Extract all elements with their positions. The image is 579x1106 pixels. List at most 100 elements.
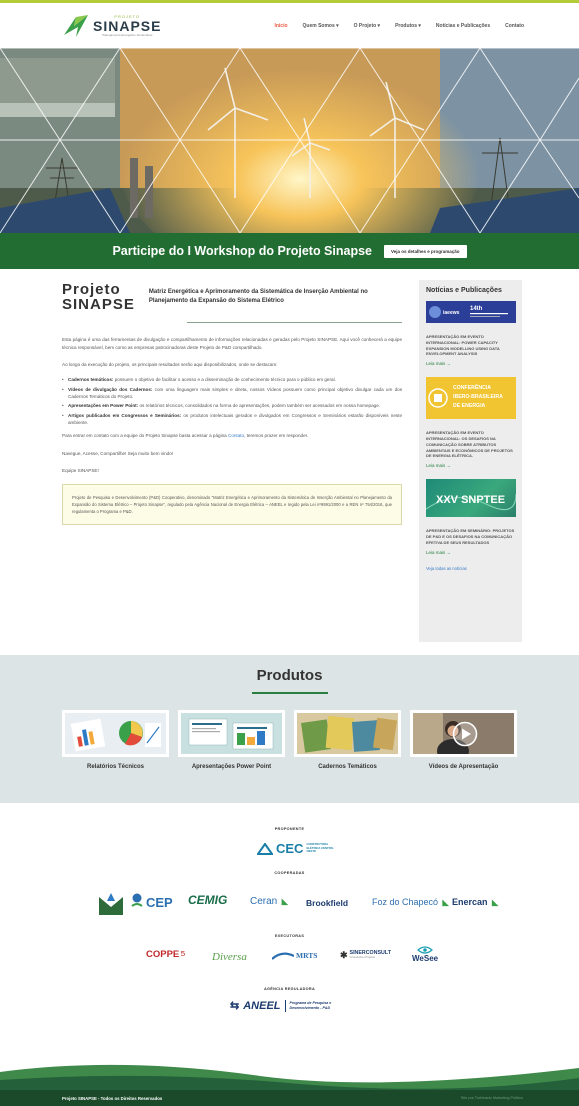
contact-paragraph: Para entrar em contato com a equipe do P… (62, 432, 402, 439)
lightning-logo-icon (64, 14, 88, 37)
main-content: Projeto SINAPSE Matriz Energética e Apri… (0, 269, 579, 647)
snptee-logo-icon: XXV SNPTEE (426, 494, 516, 511)
nav-noticias[interactable]: Notícias e Publicações (436, 23, 490, 29)
nav-inicio[interactable]: Início (274, 23, 287, 29)
mrts-wave-icon (272, 952, 294, 960)
charts-report-image (65, 712, 166, 754)
logo-tagline: Planejamento Energético Sustentável (102, 32, 153, 37)
sponsors-section: PROPONENTE CEC CONSTRUTORA ELÉTRICA CENT… (0, 803, 579, 1046)
cep-mark-icon (131, 893, 143, 907)
news-img-label: 14th (470, 306, 483, 312)
foz-chapeco-logo[interactable]: Foz do Chapecó ◣ (372, 892, 449, 910)
contact-link[interactable]: Contato (228, 433, 244, 438)
foz-mark-icon: ◣ (442, 898, 449, 907)
news-img-label: XXV SNPTEE (436, 494, 505, 506)
list-item-title: Cadernos temáticos: (68, 377, 114, 383)
product-thumbnail[interactable] (410, 709, 517, 757)
product-label[interactable]: Vídeos de Apresentação (429, 764, 498, 770)
sidebar-title: Notícias e Publicações (426, 287, 502, 294)
intro-paragraph: Esta página é uma das ferramentas de div… (62, 337, 402, 350)
workshop-banner: Participe do I Workshop do Projeto Sinap… (0, 233, 579, 269)
workshop-details-button[interactable]: Veja os detalhes e programação (384, 244, 467, 258)
proponente-heading: PROPONENTE (274, 827, 305, 831)
nav-quem-somos[interactable]: Quem Somos ▾ (303, 23, 339, 29)
mrts-name: MRTS (296, 951, 318, 960)
product-card-apresentacoes[interactable]: Apresentações Power Point (178, 709, 285, 770)
page: PROJETO SINAPSE Planejamento Energético … (0, 0, 579, 1106)
hero-energy-collage (0, 48, 579, 233)
diversa-name: Diversa (212, 951, 247, 963)
aneel-divider (284, 999, 286, 1012)
wesee-logo[interactable]: WeSee (412, 946, 438, 963)
cec-mark-icon (257, 842, 273, 855)
news-thumbnail[interactable]: CONFERÊNCIA IBERO-BRASILEIRA DE ENERGIA (426, 377, 516, 420)
project-subtitle: Matriz Energética e Aprimoramento da Sis… (148, 289, 368, 304)
brookfield-logo[interactable]: Brookfield (306, 893, 348, 911)
main-nav: Início Quem Somos ▾ O Projeto ▾ Produtos… (274, 23, 524, 29)
read-more-link[interactable]: Leia mais → (426, 550, 515, 555)
read-more-link[interactable]: Leia mais → (426, 361, 515, 366)
news-thumbnail[interactable]: iaeews 14th (426, 301, 516, 323)
project-title: Projeto SINAPSE (62, 282, 135, 313)
brookfield-name: Brookfield (306, 898, 349, 908)
aneel-mark-icon: ⇆ (230, 1000, 240, 1012)
list-item: Apresentações em Power Point: os relatór… (62, 402, 402, 410)
cooperadas-heading: COOPERADAS (274, 871, 305, 875)
cemig-name: CEMIG (188, 893, 228, 907)
cec-logo[interactable]: CEC CONSTRUTORA ELÉTRICA CENTRO-OESTE (257, 841, 334, 856)
conference-logo-icon: CONFERÊNCIA IBERO-BRASILEIRA DE ENERGIA (428, 383, 504, 409)
list-item-text: possuem o objetivo de facilitar o acesso… (113, 377, 336, 383)
enercan-logo[interactable]: Enercan ◣ (452, 892, 498, 910)
site-header: PROJETO SINAPSE Planejamento Energético … (0, 3, 579, 48)
product-thumbnail[interactable] (294, 709, 401, 757)
product-label[interactable]: Apresentações Power Point (192, 764, 271, 770)
hero-image (0, 48, 579, 233)
news-sidebar: Notícias e Publicações iaeews 14th APRES… (419, 280, 522, 642)
copyright-text: Projeto SINAPSE - Todos os Direitos Rese… (62, 1096, 163, 1101)
site-logo[interactable]: PROJETO SINAPSE Planejamento Energético … (62, 13, 161, 39)
cep-name: CEP (146, 894, 173, 910)
cep-logo[interactable]: CEP (130, 892, 173, 912)
team-signature: Equipe SINAPSE! (62, 468, 99, 474)
mrts-logo[interactable]: MRTS (272, 951, 317, 960)
eye-icon (417, 946, 433, 954)
diversa-logo[interactable]: Diversa (212, 947, 247, 965)
news-headline: APRESENTAÇÃO EM SEMINÁRIO: PROJETOS DE P… (426, 528, 515, 545)
news-thumbnail[interactable]: XXV SNPTEE (426, 479, 516, 518)
footer-hills (0, 1064, 579, 1094)
list-item: Vídeos de divulgação dos Cadernos: com u… (62, 386, 402, 401)
play-icon[interactable] (452, 721, 478, 747)
cooperada-logo-1[interactable] (97, 891, 125, 917)
list-item-text: os relatórios técnicos, consolidados na … (138, 403, 381, 409)
product-thumbnail[interactable] (178, 709, 285, 757)
cemig-logo[interactable]: CEMIG (188, 891, 227, 909)
site-credit-link[interactable]: Site por Turbinado Marketing Político (461, 1096, 523, 1100)
project-title-line2: SINAPSE (62, 295, 135, 313)
wesee-name: WeSee (412, 954, 439, 963)
site-footer: Projeto SINAPSE - Todos os Direitos Rese… (0, 1054, 579, 1106)
nav-o-projeto[interactable]: O Projeto ▾ (354, 23, 380, 29)
enercan-mark-icon: ◣ (491, 898, 499, 907)
ceran-logo[interactable]: Ceran ◣ (250, 891, 288, 909)
product-label[interactable]: Cadernos Temáticos (318, 764, 377, 770)
news-headline: APRESENTAÇÃO EM EVENTO INTERNACIONAL: PO… (426, 334, 500, 357)
product-card-videos[interactable]: Vídeos de Apresentação (410, 709, 517, 770)
nav-contato[interactable]: Contato (505, 23, 524, 29)
sinerconsult-logo[interactable]: ✱ SINERCONSULT Consultoria e Projetos (340, 950, 391, 961)
coppe-mark-icon: ⁵ (180, 947, 186, 962)
product-card-relatorios[interactable]: Relatórios Técnicos (62, 709, 169, 770)
all-news-link[interactable]: Veja todas as notícias (426, 566, 515, 571)
product-label[interactable]: Relatórios Técnicos (87, 764, 144, 770)
news-img-label: CONFERÊNCIA IBERO-BRASILEIRA DE ENERGIA (453, 383, 504, 409)
product-thumbnail[interactable] (62, 709, 169, 757)
coppe-logo[interactable]: COPPE ⁵ (146, 947, 186, 962)
aneel-logo[interactable]: ⇆ ANEEL Programa de Pesquisa e Desenvolv… (230, 999, 332, 1012)
nav-produtos[interactable]: Produtos ▾ (395, 23, 421, 29)
read-more-link[interactable]: Leia mais → (426, 463, 515, 468)
slides-image (181, 712, 282, 754)
banner-title: Participe do I Workshop do Projeto Sinap… (112, 244, 372, 258)
project-note-box: Projeto de Pesquisa e Desenvolvimento (P… (62, 483, 402, 525)
product-card-cadernos[interactable]: Cadernos Temáticos (294, 709, 401, 770)
results-list: Cadernos temáticos: possuem o objetivo d… (62, 376, 402, 426)
title-divider (187, 322, 402, 324)
